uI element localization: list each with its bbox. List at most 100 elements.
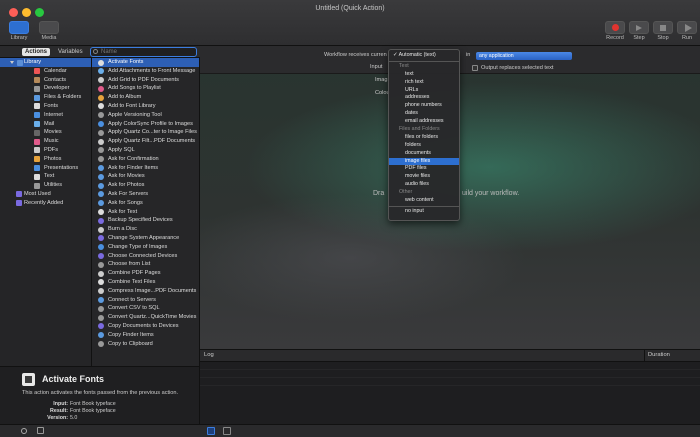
action-item[interactable]: Add to Album [92, 93, 199, 102]
action-item[interactable]: Ask for Movies [92, 172, 199, 181]
sidebar-item-developer[interactable]: Developer [0, 84, 91, 93]
sidebar-item-fonts[interactable]: Fonts [0, 102, 91, 111]
sidebar-item-internet[interactable]: Internet [0, 111, 91, 120]
action-item[interactable]: Ask for Songs [92, 199, 199, 208]
action-icon [98, 314, 104, 321]
input-type-menu[interactable]: ✓ Automatic (text) Text text rich text URLs a… [388, 49, 460, 221]
action-item[interactable]: Add Attachments to Front Message [92, 67, 199, 76]
action-item[interactable]: Convert Quartz...QuickTime Movies [92, 313, 199, 322]
action-list: Activate Fonts Add Attachments to Front M… [92, 58, 200, 366]
menu-item-dates[interactable]: dates [389, 110, 459, 118]
menu-item-automatic-text[interactable]: ✓ Automatic (text) [389, 52, 459, 60]
output-replaces-checkbox[interactable] [472, 65, 478, 71]
description-toggle-button[interactable] [37, 427, 44, 434]
sidebar-item-music[interactable]: Music [0, 137, 91, 146]
action-item[interactable]: Burn a Disc [92, 225, 199, 234]
action-item[interactable]: Add to Font Library [92, 102, 199, 111]
menu-item-no-input[interactable]: no input [389, 208, 459, 216]
menu-item-files-or-folders[interactable]: files or folders [389, 134, 459, 142]
sidebar-item-recently-added[interactable]: Recently Added [0, 199, 91, 208]
action-label: Ask for Movies [108, 173, 145, 180]
gear-icon[interactable] [21, 428, 27, 434]
action-label: Ask for Finder Items [108, 164, 159, 171]
media-button[interactable]: Media [36, 21, 62, 43]
sidebar-item-mail[interactable]: Mail [0, 120, 91, 129]
library-button[interactable]: Library [6, 21, 32, 43]
bottom-bar [0, 424, 700, 437]
stop-button[interactable]: Stop [650, 21, 676, 43]
action-item[interactable]: Change System Appearance [92, 234, 199, 243]
sidebar-item-library[interactable]: Library [0, 58, 91, 67]
menu-item-text[interactable]: text [389, 71, 459, 79]
action-item[interactable]: Apply SQL [92, 146, 199, 155]
tab-actions[interactable]: Actions [22, 48, 51, 56]
list-view-button[interactable] [207, 427, 215, 435]
menu-item-pdf-files[interactable]: PDF files [389, 165, 459, 173]
action-item[interactable]: Combine Text Files [92, 278, 199, 287]
action-item[interactable]: Connect to Servers [92, 296, 199, 305]
menu-item-rich-text[interactable]: rich text [389, 79, 459, 87]
column-view-button[interactable] [223, 427, 231, 435]
menu-item-phone-numbers[interactable]: phone numbers [389, 102, 459, 110]
menu-item-email-addresses[interactable]: email addresses [389, 118, 459, 126]
action-item[interactable]: Activate Fonts [92, 58, 199, 67]
menu-item-urls[interactable]: URLs [389, 87, 459, 95]
sidebar-item-files-folders[interactable]: Files & Folders [0, 93, 91, 102]
sidebar-item-utilities[interactable]: Utilities [0, 181, 91, 190]
action-item[interactable]: Apply Quartz Filt...PDF Documents [92, 137, 199, 146]
action-icon [98, 77, 104, 84]
step-button[interactable]: Step [626, 21, 652, 43]
record-button[interactable]: Record [602, 21, 628, 43]
action-icon [98, 182, 104, 189]
sidebar-item-contacts[interactable]: Contacts [0, 76, 91, 85]
action-item[interactable]: Apply Quartz Co...ter to Image Files [92, 128, 199, 137]
action-item[interactable]: Convert CSV to SQL [92, 304, 199, 313]
action-item[interactable]: Combine PDF Pages [92, 269, 199, 278]
action-item[interactable]: Copy Finder Items [92, 331, 199, 340]
action-item[interactable]: Ask For Servers [92, 190, 199, 199]
menu-item-documents[interactable]: documents [389, 150, 459, 158]
sidebar-item-pdfs[interactable]: PDFs [0, 146, 91, 155]
sidebar-item-calendar[interactable]: Calendar [0, 67, 91, 76]
application-popup[interactable]: any application [476, 52, 572, 60]
action-item[interactable]: Compress Image...PDF Documents [92, 287, 199, 296]
menu-separator [389, 60, 459, 62]
action-item[interactable]: Copy to Clipboard [92, 340, 199, 349]
category-list: Library Calendar Contacts Developer Files & … [0, 58, 92, 366]
sidebar-item-most-used[interactable]: Most Used [0, 190, 91, 199]
receives-label: Workflow receives curren [324, 52, 387, 58]
action-item[interactable]: Ask for Photos [92, 181, 199, 190]
action-item[interactable]: Choose from List [92, 260, 199, 269]
sidebar-item-presentations[interactable]: Presentations [0, 164, 91, 173]
sidebar-item-text[interactable]: Text [0, 172, 91, 181]
tab-variables[interactable]: Variables [55, 48, 86, 56]
action-item[interactable]: Backup Specified Devices [92, 216, 199, 225]
action-icon [98, 121, 104, 128]
menu-item-folders[interactable]: folders [389, 142, 459, 150]
action-item[interactable]: Copy Documents to Devices [92, 322, 199, 331]
action-item[interactable]: Add Songs to Playlist [92, 84, 199, 93]
action-label: Choose from List [108, 261, 151, 268]
menu-item-movie-files[interactable]: movie files [389, 173, 459, 181]
sidebar-item-photos[interactable]: Photos [0, 155, 91, 164]
action-item[interactable]: Ask for Finder Items [92, 164, 199, 173]
action-item[interactable]: Ask for Text [92, 208, 199, 217]
sidebar-item-movies[interactable]: Movies [0, 128, 91, 137]
action-item[interactable]: Change Type of Images [92, 243, 199, 252]
action-item[interactable]: Add Grid to PDF Documents [92, 76, 199, 85]
action-item[interactable]: Apple Versioning Tool [92, 111, 199, 120]
search-input[interactable]: Name [90, 47, 197, 57]
action-label: Combine Text Files [108, 278, 156, 285]
action-item[interactable]: Choose Connected Devices [92, 252, 199, 261]
action-item[interactable]: Ask for Confirmation [92, 155, 199, 164]
category-icon [34, 129, 40, 136]
action-item[interactable]: Apply ColorSync Profile to Images [92, 120, 199, 129]
run-button[interactable]: Run [674, 21, 700, 43]
category-icon [34, 85, 40, 92]
action-label: Add Grid to PDF Documents [108, 76, 179, 83]
menu-item-audio-files[interactable]: audio files [389, 181, 459, 189]
menu-item-image-files[interactable]: image files [389, 157, 459, 166]
menu-item-addresses[interactable]: addresses [389, 94, 459, 102]
disclosure-triangle-icon[interactable] [10, 61, 14, 64]
menu-item-web-content[interactable]: web content [389, 197, 459, 205]
